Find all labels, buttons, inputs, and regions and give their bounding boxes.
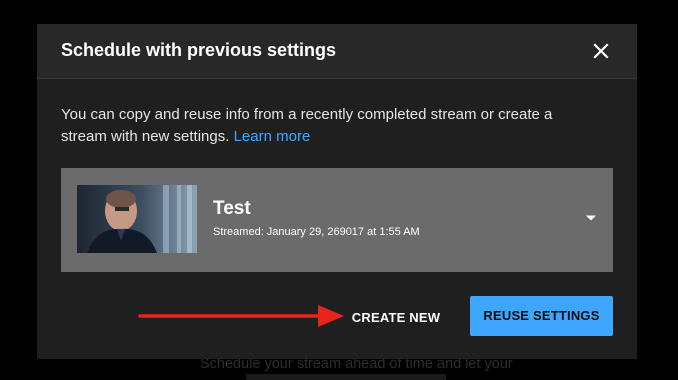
dropdown-arrow-icon xyxy=(585,214,597,222)
stream-meta: Streamed: January 29, 269017 at 1:55 AM xyxy=(213,226,420,238)
previous-stream-select[interactable]: Test Streamed: January 29, 269017 at 1:5… xyxy=(61,168,613,272)
stream-title: Test xyxy=(213,198,251,219)
reuse-settings-button[interactable]: REUSE SETTINGS xyxy=(470,296,613,336)
dialog-description: You can copy and reuse info from a recen… xyxy=(61,104,601,148)
stream-thumbnail xyxy=(77,185,197,253)
dialog-title: Schedule with previous settings xyxy=(61,40,337,60)
close-button[interactable] xyxy=(589,39,613,63)
create-new-button[interactable]: CREATE NEW xyxy=(343,300,449,336)
annotation-arrow xyxy=(138,302,348,332)
background-hint-line xyxy=(246,374,446,380)
close-icon xyxy=(593,43,609,59)
learn-more-link[interactable]: Learn more xyxy=(234,128,311,145)
dialog-header: Schedule with previous settings xyxy=(37,24,637,79)
